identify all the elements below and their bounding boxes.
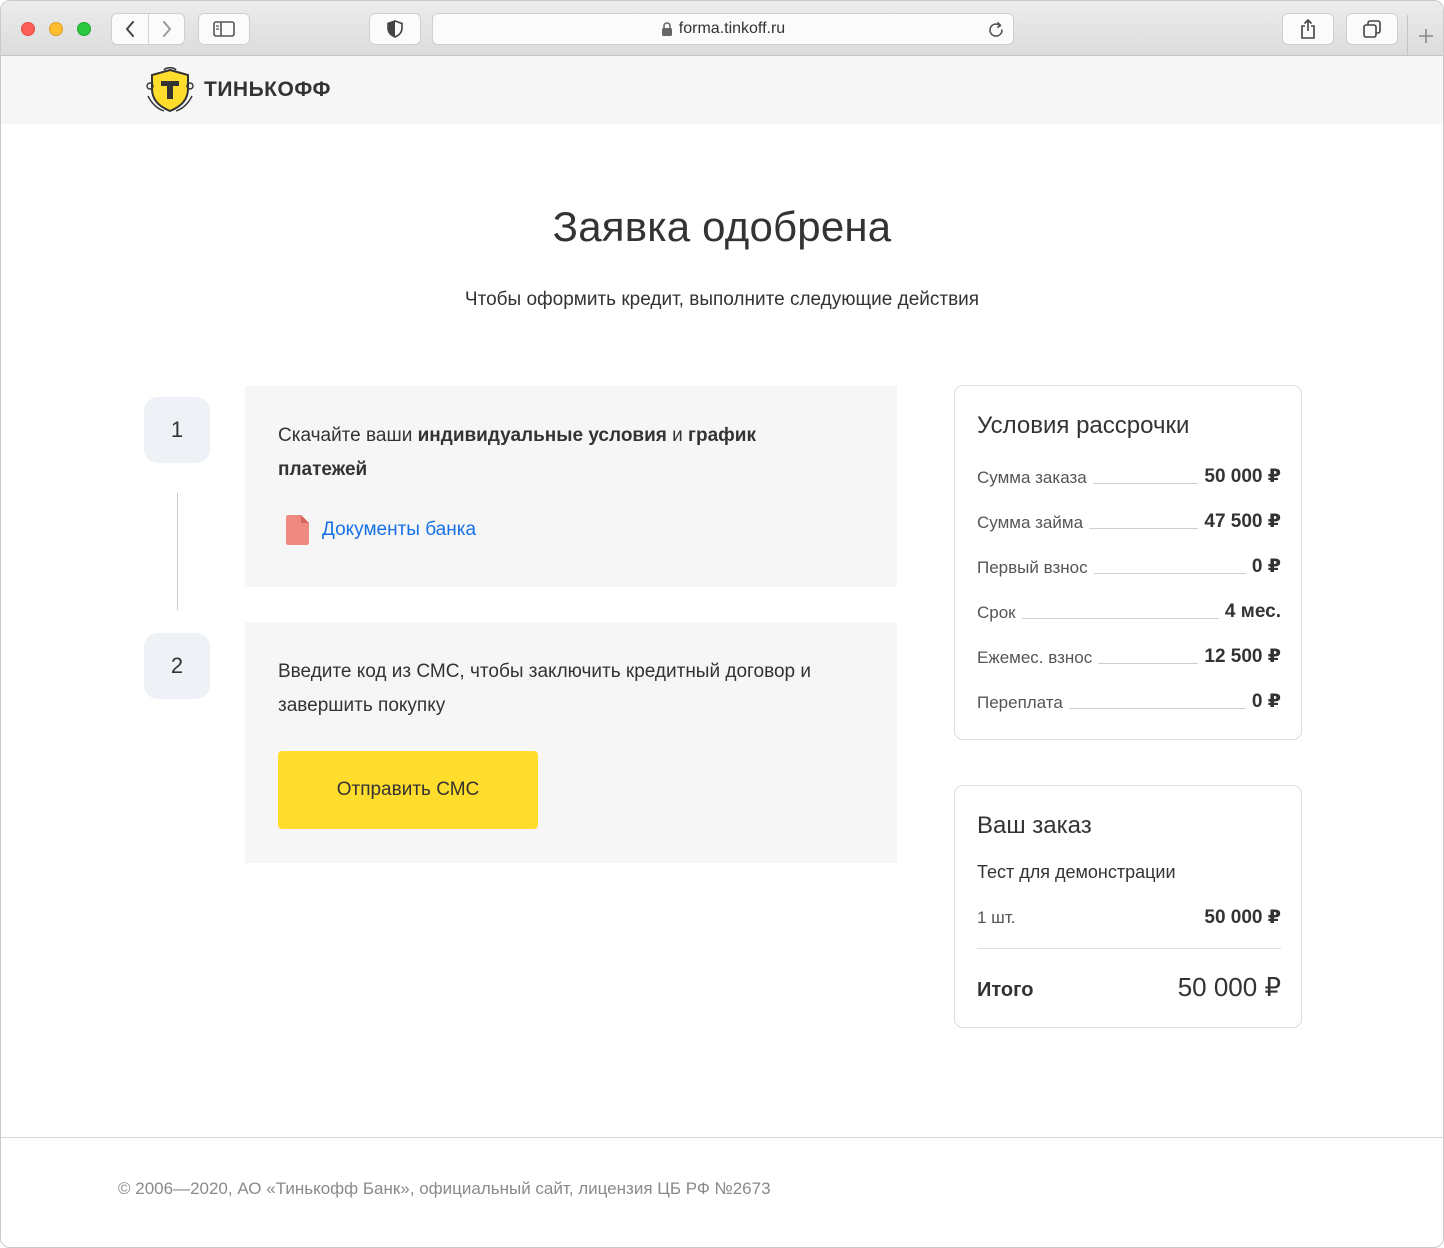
tabs-overview-button[interactable] (1346, 13, 1398, 45)
share-icon (1301, 19, 1315, 39)
minimize-window-button[interactable] (49, 22, 63, 36)
dotted-leader (1089, 528, 1199, 529)
term-label: Ежемес. взнос (977, 648, 1093, 667)
step-1-text-part: и (666, 425, 689, 446)
footer-copyright: © 2006—2020, АО «Тинькофф Банк», официал… (118, 1179, 771, 1198)
order-total-row: Итого 50 000 ₽ (977, 972, 1281, 1003)
document-icon (286, 515, 309, 545)
reload-icon[interactable] (987, 21, 1005, 39)
page-title: Заявка одобрена (552, 203, 892, 250)
zoom-window-button[interactable] (77, 22, 91, 36)
term-value: 50 000 ₽ (1204, 466, 1281, 487)
close-window-button[interactable] (21, 22, 35, 36)
address-bar[interactable]: forma.tinkoff.ru (432, 13, 1014, 45)
chevron-left-icon (126, 21, 134, 37)
term-label: Переплата (977, 693, 1063, 712)
term-value: 0 ₽ (1251, 556, 1281, 577)
new-tab-button[interactable] (1407, 15, 1443, 56)
brand-name: ТИНЬКОФФ (204, 78, 331, 101)
term-row: Сумма займа 47 500 ₽ (977, 509, 1281, 533)
term-label: Сумма заказа (977, 468, 1087, 487)
site-header: ТИНЬКОФФ (1, 56, 1443, 124)
navigation-buttons (111, 13, 185, 45)
step-1-text: Скачайте ваши индивидуальные условия и г… (278, 419, 838, 487)
order-title: Ваш заказ (977, 812, 1092, 839)
dotted-leader (1068, 708, 1246, 709)
order-item-quantity: 1 шт. (977, 908, 1016, 927)
tinkoff-logo[interactable]: ТИНЬКОФФ (144, 66, 331, 114)
step-1-badge: 1 (144, 397, 210, 463)
tabs-icon (1363, 20, 1381, 38)
order-item-row: 1 шт. 50 000 ₽ (977, 906, 1281, 929)
terms-title: Условия рассрочки (977, 412, 1190, 439)
lock-icon (661, 22, 672, 36)
order-item-price: 50 000 ₽ (1204, 907, 1281, 928)
chevron-right-icon (162, 21, 171, 37)
sidebar-icon (213, 21, 235, 37)
term-label: Сумма займа (977, 513, 1084, 532)
send-sms-button[interactable]: Отправить СМС (278, 751, 538, 829)
term-row: Срок 4 мес. (977, 599, 1281, 623)
step-2-badge: 2 (144, 633, 210, 699)
bank-documents-link[interactable]: Документы банка (286, 515, 476, 545)
step-connector (177, 493, 178, 610)
order-total-value: 50 000 ₽ (1177, 972, 1281, 1002)
plus-icon (1418, 28, 1433, 43)
share-button[interactable] (1282, 13, 1334, 45)
dotted-leader (1021, 618, 1219, 619)
installment-terms-panel: Условия рассрочки Сумма заказа 50 000 ₽ С… (954, 385, 1302, 740)
privacy-report-button[interactable] (369, 13, 421, 45)
term-row: Переплата 0 ₽ (977, 689, 1281, 713)
step-1-text-part: Скачайте ваши (278, 425, 418, 446)
term-label: Первый взнос (977, 558, 1088, 577)
bank-emblem-icon (146, 66, 194, 113)
step-1-text-bold: индивидуальные условия (417, 425, 667, 446)
term-label: Срок (977, 603, 1016, 622)
term-row: Ежемес. взнос 12 500 ₽ (977, 644, 1281, 668)
browser-window: forma.tinkoff.ru ТИНЬКОФФ Заявка одобрен… (0, 0, 1444, 1248)
order-total-label: Итого (977, 979, 1034, 1001)
dotted-leader (1092, 483, 1199, 484)
sidebar-toggle-button[interactable] (198, 13, 250, 45)
term-value: 12 500 ₽ (1204, 646, 1281, 667)
browser-toolbar: forma.tinkoff.ru (1, 1, 1443, 56)
term-row: Первый взнос 0 ₽ (977, 554, 1281, 578)
dotted-leader (1098, 663, 1199, 664)
term-value: 47 500 ₽ (1204, 511, 1281, 532)
term-row: Сумма заказа 50 000 ₽ (977, 464, 1281, 488)
back-button[interactable] (112, 14, 148, 44)
page-subtitle: Чтобы оформить кредит, выполните следующ… (464, 289, 980, 310)
bank-documents-link-label[interactable]: Документы банка (322, 519, 476, 541)
order-item-name: Тест для демонстрации (977, 862, 1176, 882)
shield-icon (387, 20, 403, 38)
step-2-text: Введите код из СМС, чтобы заключить кред… (278, 661, 811, 716)
term-value: 0 ₽ (1251, 691, 1281, 712)
order-divider (977, 948, 1281, 949)
order-summary-panel: Ваш заказ Тест для демонстрации 1 шт. 50… (954, 785, 1302, 1028)
dotted-leader (1093, 573, 1246, 574)
term-value: 4 мес. (1224, 601, 1281, 622)
url-text: forma.tinkoff.ru (678, 20, 786, 37)
footer-divider (1, 1137, 1443, 1138)
forward-button[interactable] (148, 14, 184, 44)
